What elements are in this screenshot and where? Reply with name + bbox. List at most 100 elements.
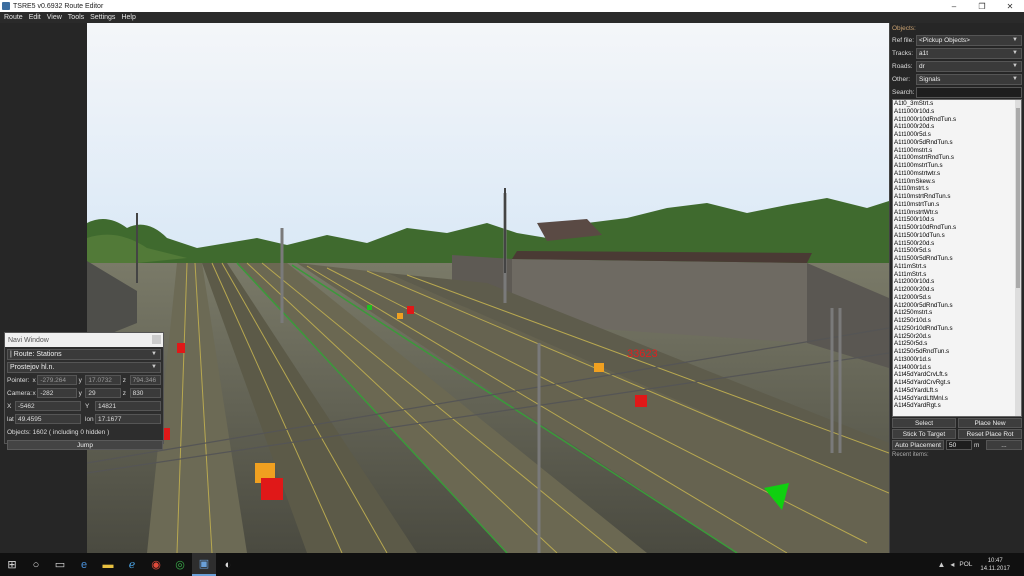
3d-viewport[interactable]: 33623 [87,23,889,553]
tile-x-field[interactable]: -5462 [15,401,81,411]
chrome-icon[interactable]: ◉ [144,553,168,576]
list-item[interactable]: A1t10mSkew.s [893,178,1021,186]
tracks-select[interactable]: a1t ▼ [916,47,1022,59]
list-item[interactable]: A1t250r5d.s [893,340,1021,348]
pointer-z-field[interactable]: 794.346 [129,375,161,385]
navi-title-bar[interactable]: Navi Window [5,333,163,347]
route-select[interactable]: | Route: Stations ▼ [7,348,161,360]
list-item[interactable]: A1t10mstrt.s [893,185,1021,193]
scene-render [87,23,889,553]
list-item[interactable]: A1t0_3mStrt.s [893,100,1021,108]
list-item[interactable]: A1t1000r10dRndTun.s [893,116,1021,124]
place-new-button[interactable]: Place New [958,418,1022,428]
auto-placement-button[interactable]: Auto Placement [892,440,944,450]
list-item[interactable]: A1t10mstrtWtr.s [893,209,1021,217]
list-item[interactable]: A1t1500r10dTun.s [893,232,1021,240]
list-item[interactable]: A1t45dYardLftMnl.s [893,395,1021,403]
tracks-value: a1t [919,49,929,57]
list-item[interactable]: A1t100mstrtTun.s [893,162,1021,170]
list-item[interactable]: A1t10mstrtRndTun.s [893,193,1021,201]
auto-placement-distance-input[interactable]: 50 [946,440,972,450]
clock[interactable]: 10:47 14.11.2017 [980,557,1010,573]
edge-browser-icon[interactable]: e [72,553,96,576]
list-item[interactable]: A1t1000r10d.s [893,108,1021,116]
camera-x-field[interactable]: -282 [37,388,77,398]
search-icon[interactable]: ○ [24,553,48,576]
list-item[interactable]: A1t100mstrt.s [893,147,1021,155]
window-controls: – ❐ ✕ [940,0,1024,12]
maximize-button[interactable]: ❐ [968,0,996,12]
list-item[interactable]: A1t250r20d.s [893,333,1021,341]
more-button[interactable]: ... [986,440,1022,450]
search-input[interactable] [916,86,1022,98]
tile-y-field[interactable]: 14821 [95,401,161,411]
list-item[interactable]: A1t45dYardRgt.s [893,402,1021,410]
menu-settings[interactable]: Settings [90,14,115,21]
list-item[interactable]: A1t1500r10dRndTun.s [893,224,1021,232]
file-explorer-icon[interactable]: ▬ [96,553,120,576]
lat-field[interactable]: 49.4595 [15,414,81,424]
list-item[interactable]: A1t100mstrtRndTun.s [893,154,1021,162]
list-item[interactable]: A1t45dYardCrvRgt.s [893,379,1021,387]
navi-close-icon[interactable] [152,335,161,344]
auto-placement-unit: m [974,441,980,449]
task-view-icon[interactable]: ▭ [48,553,72,576]
list-item[interactable]: A1t100mstrtwtr.s [893,170,1021,178]
menu-tools[interactable]: Tools [68,14,84,21]
roads-select[interactable]: dr ▼ [916,60,1022,72]
list-item[interactable]: A1t45dYardCrvLft.s [893,371,1021,379]
list-item[interactable]: A1t10mstrtTun.s [893,201,1021,209]
minimize-button[interactable]: – [940,0,968,12]
list-item[interactable]: A1t1000r20d.s [893,123,1021,131]
select-button[interactable]: Select [892,418,956,428]
scrollbar-thumb[interactable] [1016,108,1020,288]
lon-field[interactable]: 17.1677 [95,414,161,424]
pointer-x-field[interactable]: -279.264 [37,375,77,385]
station-select[interactable]: Prostejov hl.n. ▼ [7,361,161,373]
ref-file-select[interactable]: <Pickup Objects> ▼ [916,34,1022,46]
list-item[interactable]: A1t1000r5dRndTun.s [893,139,1021,147]
tsre5-taskbar-icon[interactable]: ▣ [192,553,216,576]
menu-view[interactable]: View [47,14,62,21]
list-item[interactable]: A1t2000r10d.s [893,278,1021,286]
list-item[interactable]: A1t4000r1d.s [893,364,1021,372]
menu-help[interactable]: Help [121,14,135,21]
close-button[interactable]: ✕ [996,0,1024,12]
language-indicator[interactable]: POL [959,561,972,568]
list-item[interactable]: A1t250mstrt.s [893,309,1021,317]
list-item[interactable]: A1t1000r5d.s [893,131,1021,139]
reset-place-rot-button[interactable]: Reset Place Rot [958,429,1022,439]
geo-row: lat 49.4595 lon 17.1677 [5,413,163,425]
list-item[interactable]: A1t1500r5dRndTun.s [893,255,1021,263]
network-icon[interactable]: ▲ [937,560,945,569]
start-button[interactable]: ⊞ [0,553,24,576]
volume-icon[interactable]: ◂ [950,560,954,569]
list-scrollbar[interactable] [1015,100,1021,416]
list-item[interactable]: A1t1mStrt.s [893,263,1021,271]
menu-edit[interactable]: Edit [29,14,41,21]
list-item[interactable]: A1t1500r10d.s [893,216,1021,224]
list-item[interactable]: A1t45dYardLft.s [893,387,1021,395]
list-item[interactable]: A1t1500r20d.s [893,240,1021,248]
jump-button[interactable]: Jump [7,440,163,450]
stick-to-target-button[interactable]: Stick To Target [892,429,956,439]
pointer-y-field[interactable]: 17.0732 [85,375,121,385]
other-select[interactable]: Signals ▼ [916,73,1022,85]
camera-z-field[interactable]: 830 [129,388,161,398]
object-list[interactable]: A1t0_3mStrt.s A1t1000r10d.s A1t1000r10dRnd… [892,99,1022,417]
app-green-icon[interactable]: ◎ [168,553,192,576]
list-item[interactable]: A1t250r10d.s [893,317,1021,325]
list-item[interactable]: A1t250r10dRndTun.s [893,325,1021,333]
list-item[interactable]: A1t2000r5d.s [893,294,1021,302]
app-misc-icon[interactable]: ◐ [216,553,240,576]
list-item[interactable]: A1t3000r1d.s [893,356,1021,364]
camera-y-field[interactable]: 29 [85,388,121,398]
menu-route[interactable]: Route [4,14,23,21]
list-item[interactable]: A1t1500r5d.s [893,247,1021,255]
list-item[interactable]: A1t2000r5dRndTun.s [893,302,1021,310]
list-item[interactable]: A1t2000r20d.s [893,286,1021,294]
internet-explorer-icon[interactable]: ℯ [120,553,144,576]
list-item[interactable]: A1t250r5dRndTun.s [893,348,1021,356]
roads-value: dr [919,62,925,70]
list-item[interactable]: A1t1mStrt.s [893,271,1021,279]
